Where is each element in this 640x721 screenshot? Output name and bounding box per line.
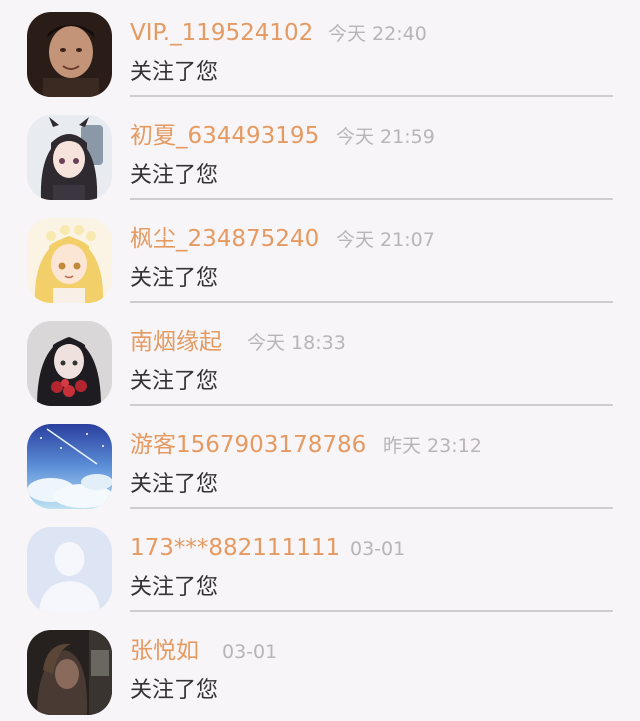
sky-scenery-avatar[interactable] — [27, 424, 112, 509]
divider — [130, 507, 613, 509]
user-name[interactable]: 173***882111111 — [130, 532, 340, 564]
timestamp: 03-01 — [350, 538, 406, 560]
user-photo-avatar[interactable] — [27, 12, 112, 97]
notification-item[interactable]: 枫尘_234875240 今天 21:07 关注了您 — [0, 206, 640, 309]
follower-notification-list: VIP._119524102 今天 22:40 关注了您 初夏_63449319… — [0, 0, 640, 720]
message-text: 关注了您 — [130, 163, 219, 188]
divider — [130, 198, 613, 200]
message-text: 关注了您 — [130, 60, 219, 85]
divider — [130, 404, 613, 406]
message-text: 关注了您 — [130, 369, 219, 394]
timestamp: 今天 21:59 — [336, 126, 435, 148]
timestamp: 昨天 23:12 — [383, 435, 482, 457]
message-text: 关注了您 — [130, 266, 219, 291]
anime-character-avatar[interactable] — [27, 321, 112, 406]
user-name[interactable]: VIP._119524102 — [130, 17, 313, 49]
notification-item[interactable]: 173***882111111 03-01 关注了您 — [0, 515, 640, 618]
divider — [130, 95, 613, 97]
timestamp: 今天 22:40 — [328, 23, 427, 45]
timestamp: 03-01 — [222, 641, 278, 663]
dark-photo-avatar[interactable] — [27, 630, 112, 715]
user-name[interactable]: 南烟缘起 — [130, 326, 222, 358]
notification-item[interactable]: 张悦如 03-01 关注了您 — [0, 618, 640, 721]
divider — [130, 610, 613, 612]
message-text: 关注了您 — [130, 678, 219, 703]
default-user-avatar[interactable] — [27, 527, 112, 612]
timestamp: 今天 21:07 — [336, 229, 435, 251]
user-name[interactable]: 枫尘_234875240 — [130, 223, 319, 255]
message-text: 关注了您 — [130, 575, 219, 600]
notification-item[interactable]: 初夏_634493195 今天 21:59 关注了您 — [0, 103, 640, 206]
notification-item[interactable]: 游客1567903178786 昨天 23:12 关注了您 — [0, 412, 640, 515]
anime-girl-avatar[interactable] — [27, 115, 112, 200]
notification-item[interactable]: 南烟缘起 今天 18:33 关注了您 — [0, 309, 640, 412]
message-text: 关注了您 — [130, 472, 219, 497]
user-name[interactable]: 初夏_634493195 — [130, 120, 319, 152]
anime-flower-girl-avatar[interactable] — [27, 218, 112, 303]
divider — [130, 301, 613, 303]
user-name[interactable]: 张悦如 — [130, 635, 199, 667]
notification-item[interactable]: VIP._119524102 今天 22:40 关注了您 — [0, 0, 640, 103]
user-name[interactable]: 游客1567903178786 — [130, 429, 366, 461]
timestamp: 今天 18:33 — [247, 332, 346, 354]
